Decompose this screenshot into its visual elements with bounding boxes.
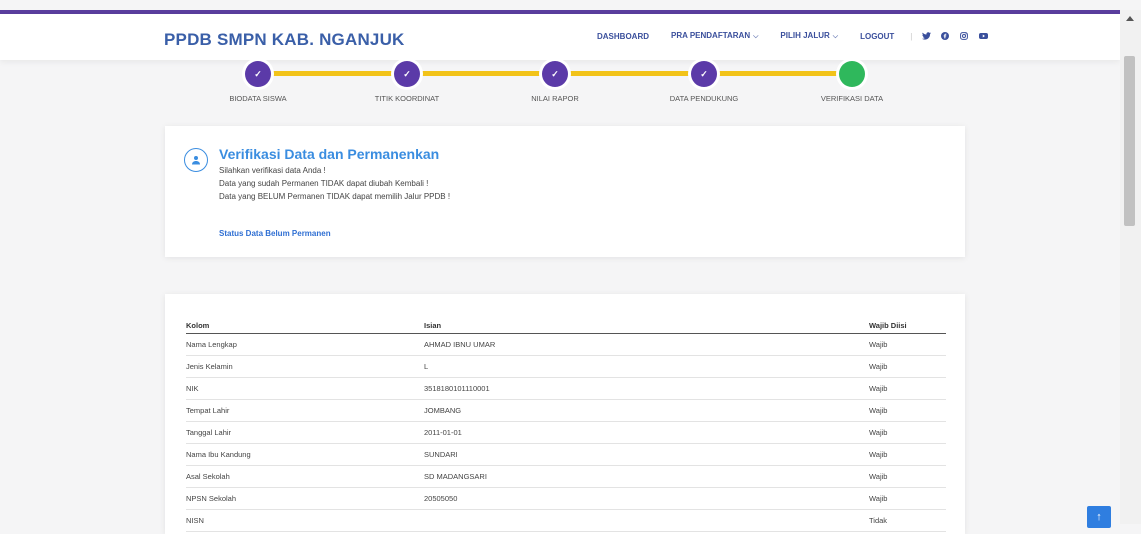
table-cell: SUNDARI: [424, 443, 869, 466]
table-cell: AHMAD IBNU UMAR: [424, 333, 869, 356]
column-header-wajib-diisi: Wajib Diisi: [869, 317, 946, 334]
table-row: Jenis Kelamin L Wajib: [186, 355, 946, 378]
step-label-biodata: BIODATA SISWA: [229, 94, 287, 103]
page-scrollbar[interactable]: [1120, 10, 1141, 524]
table-cell: [424, 509, 869, 532]
table-cell: JOMBANG: [424, 399, 869, 422]
verifikasi-line: Data yang BELUM Permanen TIDAK dapat mem…: [219, 192, 451, 201]
step-label-verifikasi-data: VERIFIKASI DATA: [820, 94, 884, 103]
table-cell: NPSN Sekolah: [186, 487, 424, 510]
chevron-down-icon: ⌵: [753, 33, 759, 40]
table-cell: Asal Sekolah: [186, 465, 424, 488]
twitter-icon[interactable]: [922, 32, 932, 40]
table-cell: NIK: [186, 377, 424, 400]
step-label-nilai-rapor: NILAI RAPOR: [531, 94, 579, 103]
youtube-icon[interactable]: [979, 32, 989, 40]
check-icon: ✓: [551, 68, 559, 79]
verifikasi-line: Data yang sudah Permanen TIDAK dapat diu…: [219, 179, 429, 188]
step-label-titik-koordinat: TITIK KOORDINAT: [374, 94, 440, 103]
scroll-up-arrow-icon[interactable]: [1126, 16, 1134, 21]
facebook-icon[interactable]: [941, 32, 950, 40]
step-dot-data-pendukung[interactable]: ✓: [691, 61, 717, 87]
table-row: Nama Lengkap AHMAD IBNU UMAR Wajib: [186, 333, 946, 356]
check-icon: ✓: [700, 68, 708, 79]
check-icon: ✓: [254, 68, 262, 79]
user-icon: [184, 148, 208, 172]
table-row: NISN Tidak: [186, 509, 946, 532]
table-cell: Wajib: [869, 377, 946, 400]
table-row: Asal Sekolah SD MADANGSARI Wajib: [186, 465, 946, 488]
table-row: Tanggal Lahir 2011-01-01 Wajib: [186, 421, 946, 444]
table-cell: Wajib: [869, 399, 946, 422]
column-header-kolom: Kolom: [186, 317, 424, 334]
nav-pilih-jalur-label: PILIH JALUR: [780, 31, 830, 40]
nav-pra-pendaftaran[interactable]: PRA PENDAFTARAN ⌵: [671, 31, 758, 41]
table-cell: L: [424, 355, 869, 378]
step-dot-titik-koordinat[interactable]: ✓: [394, 61, 420, 87]
verifikasi-title: Verifikasi Data dan Permanenkan: [219, 146, 440, 162]
chevron-down-icon: ⌵: [832, 33, 839, 40]
table-cell: Jenis Kelamin: [186, 355, 424, 378]
nav-logout-label: LOGOUT: [860, 31, 895, 41]
table-row: NPSN Sekolah 20505050 Wajib: [186, 487, 946, 510]
nav-logout[interactable]: LOGOUT: [860, 32, 894, 41]
verifikasi-card: Verifikasi Data dan Permanenkan Silahkan…: [165, 126, 965, 257]
table-cell: 3518180101110001: [424, 377, 869, 400]
table-cell: 2011-01-01: [424, 421, 869, 444]
nav-dashboard[interactable]: DASHBOARD: [597, 32, 649, 41]
step-label-data-pendukung: DATA PENDUKUNG: [669, 94, 739, 103]
step-dot-nilai-rapor[interactable]: ✓: [542, 61, 568, 87]
table-cell: Wajib: [869, 333, 946, 356]
table-cell: SD MADANGSARI: [424, 465, 869, 488]
nav-pra-pendaftaran-label: PRA PENDAFTARAN: [671, 31, 751, 40]
table-row: Nama Ibu Kandung SUNDARI Wajib: [186, 443, 946, 466]
brand-title[interactable]: PPDB SMPN KAB. NGANJUK: [164, 30, 405, 50]
table-cell: Wajib: [869, 443, 946, 466]
nav-separator: |: [910, 31, 913, 41]
data-table-card: Kolom Isian Wajib Diisi Nama Lengkap AHM…: [165, 294, 965, 534]
column-header-isian: Isian: [424, 317, 869, 334]
instagram-icon[interactable]: [960, 32, 969, 40]
table-cell: Nama Ibu Kandung: [186, 443, 424, 466]
table-header-row: Kolom Isian Wajib Diisi: [186, 317, 946, 334]
table-cell: Wajib: [869, 465, 946, 488]
table-cell: Tidak: [869, 509, 946, 532]
main-nav: DASHBOARD PRA PENDAFTARAN ⌵ PILIH JALUR ⌵ …: [597, 31, 989, 41]
nav-pilih-jalur[interactable]: PILIH JALUR ⌵: [780, 31, 838, 41]
table-cell: 20505050: [424, 487, 869, 510]
check-icon: ✓: [403, 68, 411, 79]
table-row: NIK 3518180101110001 Wajib: [186, 377, 946, 400]
step-dot-verifikasi-data[interactable]: [839, 61, 865, 87]
social-links: [922, 32, 989, 40]
data-table: Kolom Isian Wajib Diisi Nama Lengkap AHM…: [186, 317, 946, 532]
table-cell: Wajib: [869, 421, 946, 444]
step-dot-biodata[interactable]: ✓: [245, 61, 271, 87]
table-cell: Nama Lengkap: [186, 333, 424, 356]
nav-dashboard-label: DASHBOARD: [597, 31, 649, 41]
table-cell: NISN: [186, 509, 424, 532]
status-data-link[interactable]: Status Data Belum Permanen: [219, 229, 331, 238]
table-cell: Tanggal Lahir: [186, 421, 424, 444]
verifikasi-line: Silahkan verifikasi data Anda !: [219, 166, 326, 175]
table-row: Tempat Lahir JOMBANG Wajib: [186, 399, 946, 422]
scrollbar-thumb[interactable]: [1124, 56, 1135, 226]
header: PPDB SMPN KAB. NGANJUK DASHBOARD PRA PEN…: [0, 14, 1120, 60]
scroll-to-top-button[interactable]: ↑: [1087, 506, 1111, 528]
table-cell: Wajib: [869, 487, 946, 510]
table-cell: Wajib: [869, 355, 946, 378]
table-cell: Tempat Lahir: [186, 399, 424, 422]
arrow-up-icon: ↑: [1096, 511, 1102, 523]
